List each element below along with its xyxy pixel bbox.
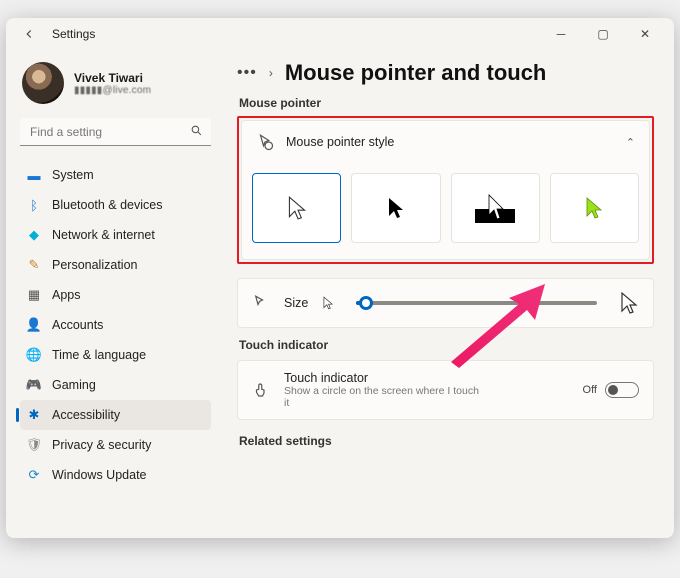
search-input[interactable] <box>20 118 211 146</box>
pointer-style-options <box>242 163 649 259</box>
search-icon <box>190 124 203 137</box>
sidebar-item-bluetooth[interactable]: ᛒBluetooth & devices <box>20 190 211 220</box>
chevron-up-icon: ⌃ <box>626 136 635 149</box>
brush-icon: ✎ <box>26 257 42 273</box>
maximize-button[interactable]: ▢ <box>594 27 612 41</box>
size-max-icon <box>619 291 639 315</box>
sidebar-item-update[interactable]: ⟳Windows Update <box>20 460 211 490</box>
avatar <box>22 62 64 104</box>
card-pointer-style-header[interactable]: Mouse pointer style ⌃ <box>242 121 649 163</box>
card-pointer-style-title: Mouse pointer style <box>286 135 394 149</box>
app-title: Settings <box>52 27 95 41</box>
size-label: Size <box>284 296 308 310</box>
titlebar: Settings ─ ▢ ✕ <box>6 18 674 50</box>
sidebar-item-gaming[interactable]: 🎮Gaming <box>20 370 211 400</box>
update-icon: ⟳ <box>26 467 42 483</box>
settings-window: Settings ─ ▢ ✕ Vivek Tiwari ▮▮▮▮▮@live.c… <box>6 18 674 538</box>
close-button[interactable]: ✕ <box>636 27 654 41</box>
size-icon <box>252 294 270 312</box>
search-box[interactable] <box>20 118 211 146</box>
section-mouse-pointer: Mouse pointer <box>239 96 654 110</box>
profile[interactable]: Vivek Tiwari ▮▮▮▮▮@live.com <box>20 58 211 118</box>
touch-state-label: Off <box>583 384 597 396</box>
touch-subtitle: Show a circle on the screen where I touc… <box>284 385 484 409</box>
sidebar-item-accessibility[interactable]: ✱Accessibility <box>20 400 211 430</box>
main-content: ••• › Mouse pointer and touch Mouse poin… <box>221 50 674 538</box>
nav-list: ▬System ᛒBluetooth & devices ◆Network & … <box>20 160 211 490</box>
sidebar: Vivek Tiwari ▮▮▮▮▮@live.com ▬System ᛒBlu… <box>6 50 221 538</box>
monitor-icon: ▬ <box>26 167 42 183</box>
sidebar-item-network[interactable]: ◆Network & internet <box>20 220 211 250</box>
pointer-style-white[interactable] <box>252 173 341 243</box>
profile-name: Vivek Tiwari <box>74 71 151 85</box>
breadcrumb: ••• › Mouse pointer and touch <box>237 60 654 86</box>
minimize-button[interactable]: ─ <box>552 27 570 41</box>
sidebar-item-personalization[interactable]: ✎Personalization <box>20 250 211 280</box>
shield-icon: 🛡 <box>26 437 42 453</box>
pointer-style-icon <box>256 133 274 151</box>
slider-thumb[interactable] <box>359 296 373 310</box>
wifi-icon: ◆ <box>26 227 42 243</box>
size-slider[interactable] <box>356 301 597 305</box>
pointer-style-black[interactable] <box>351 173 440 243</box>
touch-title: Touch indicator <box>284 371 484 385</box>
sidebar-item-privacy[interactable]: 🛡Privacy & security <box>20 430 211 460</box>
pointer-style-inverted[interactable] <box>451 173 540 243</box>
gamepad-icon: 🎮 <box>26 377 42 393</box>
section-related: Related settings <box>239 434 654 448</box>
back-button[interactable] <box>14 19 44 49</box>
pointer-style-custom[interactable] <box>550 173 639 243</box>
card-touch-indicator: Touch indicator Show a circle on the scr… <box>237 360 654 420</box>
apps-icon: ▦ <box>26 287 42 303</box>
touch-toggle[interactable] <box>605 382 639 398</box>
annotation-highlight: Mouse pointer style ⌃ <box>237 116 654 264</box>
sidebar-item-apps[interactable]: ▦Apps <box>20 280 211 310</box>
profile-email: ▮▮▮▮▮@live.com <box>74 85 151 96</box>
sidebar-item-accounts[interactable]: 👤Accounts <box>20 310 211 340</box>
bluetooth-icon: ᛒ <box>26 197 42 213</box>
person-icon: 👤 <box>26 317 42 333</box>
section-touch-indicator: Touch indicator <box>239 338 654 352</box>
back-arrow-icon <box>22 27 36 41</box>
sidebar-item-time[interactable]: 🌐Time & language <box>20 340 211 370</box>
size-min-icon <box>322 296 334 310</box>
chevron-right-icon: › <box>269 66 273 80</box>
breadcrumb-ellipsis[interactable]: ••• <box>237 64 257 82</box>
page-title: Mouse pointer and touch <box>285 60 547 86</box>
touch-icon <box>252 381 270 399</box>
card-pointer-style: Mouse pointer style ⌃ <box>241 120 650 260</box>
accessibility-icon: ✱ <box>26 407 42 423</box>
globe-icon: 🌐 <box>26 347 42 363</box>
card-pointer-size-body: Size <box>238 279 653 327</box>
sidebar-item-system[interactable]: ▬System <box>20 160 211 190</box>
card-pointer-size: Size <box>237 278 654 328</box>
